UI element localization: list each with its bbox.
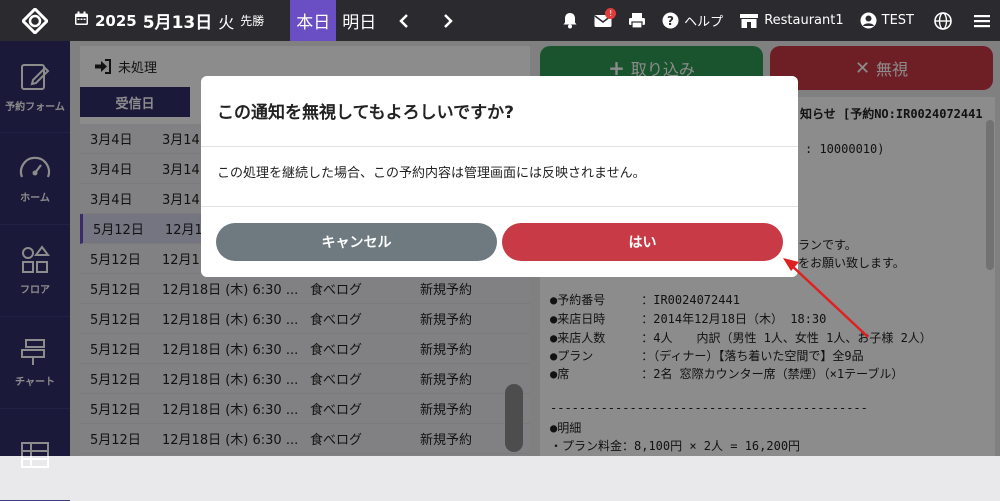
dialog-title: この通知を無視してもよろしいですか?: [217, 103, 514, 123]
date-rokuyo: 先勝: [240, 14, 265, 28]
help-icon: ?: [662, 12, 679, 29]
restaurant-selector[interactable]: Restaurant1: [731, 0, 851, 41]
tab-today[interactable]: 本日: [290, 0, 337, 41]
top-bar: 2025 5月13日 火 先勝 本日 明日 ! ? ヘルプ Restaurant…: [0, 0, 1000, 41]
dialog-divider: [201, 146, 798, 147]
help-button[interactable]: ? ヘルプ: [654, 0, 731, 41]
dialog-divider: [201, 206, 798, 207]
restaurant-label: Restaurant1: [764, 13, 844, 28]
printer-icon[interactable]: [620, 0, 654, 41]
date-display[interactable]: 2025 5月13日 火 先勝: [74, 8, 264, 33]
menu-icon[interactable]: [964, 0, 1000, 41]
confirm-dialog: この通知を無視してもよろしいですか? この処理を継続した場合、この予約内容は管理…: [201, 76, 798, 277]
user-icon: [860, 12, 877, 29]
confirm-yes-button[interactable]: はい: [502, 223, 783, 261]
globe-icon[interactable]: [922, 0, 964, 41]
date-month-day: 5月13日: [142, 13, 213, 33]
mail-badge: !: [605, 8, 617, 19]
chevron-left-icon[interactable]: [382, 0, 426, 41]
svg-text:?: ?: [667, 14, 674, 28]
help-label: ヘルプ: [684, 15, 724, 30]
calendar-icon: [74, 11, 89, 30]
tab-tomorrow[interactable]: 明日: [336, 0, 382, 41]
store-icon: [740, 14, 759, 28]
date-weekday: 火: [218, 12, 235, 32]
cancel-button[interactable]: キャンセル: [216, 223, 497, 261]
mail-icon[interactable]: !: [586, 0, 620, 41]
chevron-right-icon[interactable]: [426, 0, 470, 41]
bell-icon[interactable]: [554, 0, 586, 41]
date-year: 2025: [95, 11, 137, 30]
user-menu[interactable]: TEST: [852, 0, 922, 41]
dialog-body: この処理を継続した場合、この予約内容は管理画面には反映されません。: [217, 166, 646, 181]
app-logo-icon[interactable]: [0, 0, 70, 41]
user-label: TEST: [881, 13, 914, 28]
